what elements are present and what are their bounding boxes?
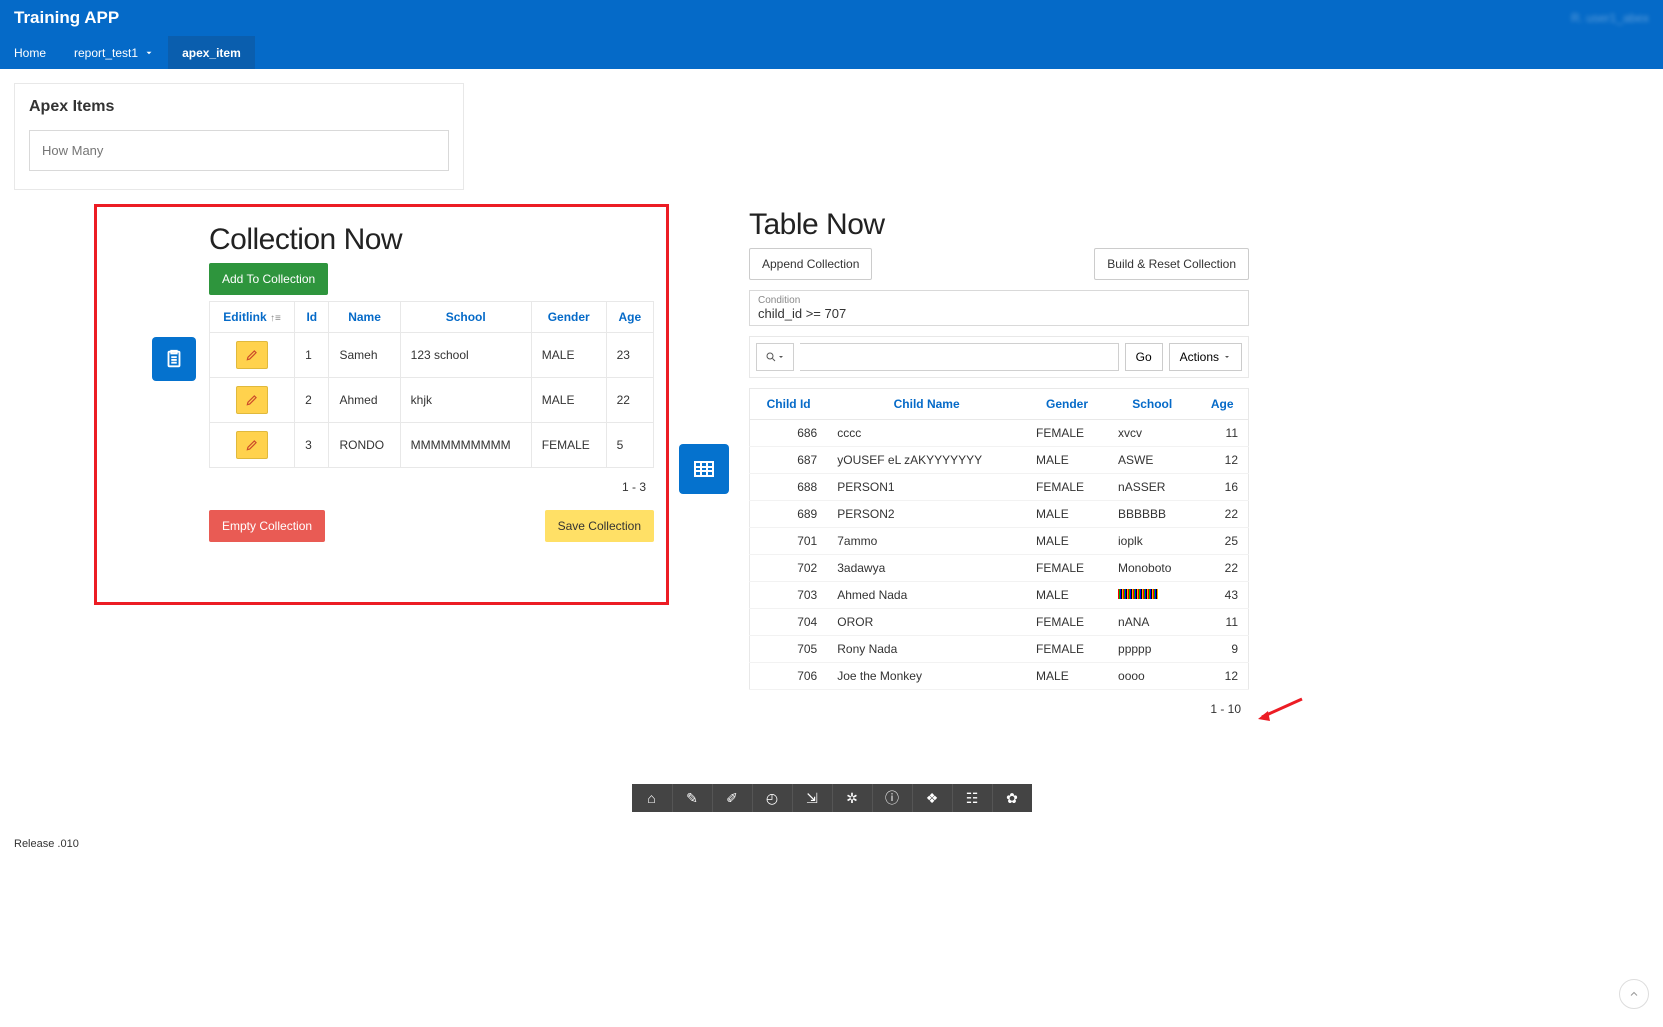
session-icon[interactable]: ◴: [752, 784, 792, 812]
chevron-down-icon: [1223, 353, 1231, 361]
scroll-top-button[interactable]: [1619, 979, 1649, 1009]
nav-item-apex-item[interactable]: apex_item: [168, 36, 255, 69]
table-row: 686ccccFEMALExvcv11: [750, 420, 1249, 447]
pencil-icon: [245, 393, 259, 407]
table-icon: [679, 444, 729, 494]
nav-item-home[interactable]: Home: [0, 36, 60, 69]
actions-menu-button[interactable]: Actions: [1169, 343, 1242, 371]
search-input[interactable]: [800, 343, 1119, 371]
column-header[interactable]: Child Id: [750, 389, 828, 420]
app-header: Training APP R. user1_abex Homereport_te…: [0, 0, 1663, 69]
condition-field[interactable]: Condition child_id >= 707: [749, 290, 1249, 326]
search-column-dropdown[interactable]: [756, 343, 794, 371]
chevron-down-icon: [144, 48, 154, 58]
collection-title: Collection Now: [209, 223, 654, 257]
debug-icon[interactable]: ✲: [832, 784, 872, 812]
how-many-input[interactable]: [29, 130, 449, 171]
column-header[interactable]: Gender: [1026, 389, 1108, 420]
edit-row-button[interactable]: [236, 341, 268, 369]
table-row: 7023adawyaFEMALEMonoboto22: [750, 555, 1249, 582]
edit-row-button[interactable]: [236, 386, 268, 414]
table-row: 705Rony NadaFEMALEppppp9: [750, 636, 1249, 663]
condition-label: Condition: [758, 295, 1240, 306]
developer-toolbar: ⌂✎✐◴⇲✲ⓘ❖☷✿: [632, 784, 1032, 812]
actions-label: Actions: [1180, 350, 1219, 364]
condition-value: child_id >= 707: [758, 306, 1240, 321]
apex-items-region: Apex Items: [14, 83, 464, 190]
edit-row-button[interactable]: [236, 431, 268, 459]
add-to-collection-button[interactable]: Add To Collection: [209, 263, 328, 295]
table-row: 706Joe the MonkeyMALEoooo12: [750, 663, 1249, 690]
append-collection-button[interactable]: Append Collection: [749, 248, 872, 280]
settings-icon[interactable]: ✿: [992, 784, 1032, 812]
table-row: 703Ahmed NadaMALE43: [750, 582, 1249, 609]
column-header[interactable]: Name: [329, 302, 400, 333]
column-header[interactable]: Age: [1196, 389, 1248, 420]
pencil-icon: [245, 438, 259, 452]
table-row: 2AhmedkhjkMALE22: [210, 378, 654, 423]
table-row: 1Sameh123 schoolMALE23: [210, 333, 654, 378]
table-row: 687yOUSEF eL zAKYYYYYYYMALEASWE12: [750, 447, 1249, 474]
column-header[interactable]: Child Name: [827, 389, 1026, 420]
table-now-table: Child IdChild NameGenderSchoolAge 686ccc…: [749, 388, 1249, 690]
sort-asc-icon: ↑≡: [270, 313, 281, 324]
table-row: 688PERSON1FEMALEnASSER16: [750, 474, 1249, 501]
column-header[interactable]: School: [400, 302, 531, 333]
template-options-icon[interactable]: ☷: [952, 784, 992, 812]
table-row: 7017ammoMALEioplk25: [750, 528, 1249, 555]
save-collection-button[interactable]: Save Collection: [545, 510, 654, 542]
edit-page-icon[interactable]: ✎: [672, 784, 712, 812]
column-header[interactable]: Editlink ↑≡: [210, 302, 295, 333]
quick-edit-icon[interactable]: ✐: [712, 784, 752, 812]
nav-item-report-test1[interactable]: report_test1: [60, 36, 168, 69]
empty-collection-button[interactable]: Empty Collection: [209, 510, 325, 542]
nav-bar: Homereport_test1apex_item: [0, 36, 1663, 69]
region-title: Apex Items: [29, 98, 449, 116]
table-pager: 1 - 10: [749, 690, 1249, 724]
user-menu[interactable]: R. user1_abex: [1571, 11, 1649, 25]
column-header[interactable]: Id: [295, 302, 329, 333]
info-icon[interactable]: ⓘ: [872, 784, 912, 812]
release-label: Release .010: [0, 812, 1663, 876]
table-region: Table Now Append Collection Build & Rese…: [749, 204, 1249, 724]
chevron-down-icon: [777, 353, 785, 361]
table-row: 689PERSON2MALEBBBBBB22: [750, 501, 1249, 528]
go-button[interactable]: Go: [1125, 343, 1163, 371]
column-header[interactable]: Gender: [531, 302, 606, 333]
collection-region: Collection Now Add To Collection Editlin…: [94, 204, 669, 605]
app-title: Training APP: [14, 8, 119, 28]
build-reset-collection-button[interactable]: Build & Reset Collection: [1094, 248, 1249, 280]
collection-pager: 1 - 3: [209, 468, 654, 502]
chevron-up-icon: [1628, 988, 1640, 1000]
theme-roller-icon[interactable]: ❖: [912, 784, 952, 812]
home-icon[interactable]: ⌂: [632, 784, 672, 812]
barcode-icon: [1118, 589, 1158, 599]
collection-table: Editlink ↑≡IdNameSchoolGenderAge 1Sameh1…: [209, 301, 654, 468]
column-header[interactable]: School: [1108, 389, 1196, 420]
table-row: 3RONDOMMMMMMMMMMFEMALE5: [210, 423, 654, 468]
table-title: Table Now: [749, 208, 1249, 242]
annotation-arrow-icon: [1254, 695, 1304, 730]
pencil-icon: [245, 348, 259, 362]
clipboard-icon: [152, 337, 196, 381]
table-row: 704ORORFEMALEnANA11: [750, 609, 1249, 636]
column-header[interactable]: Age: [606, 302, 653, 333]
view-debug-icon[interactable]: ⇲: [792, 784, 832, 812]
